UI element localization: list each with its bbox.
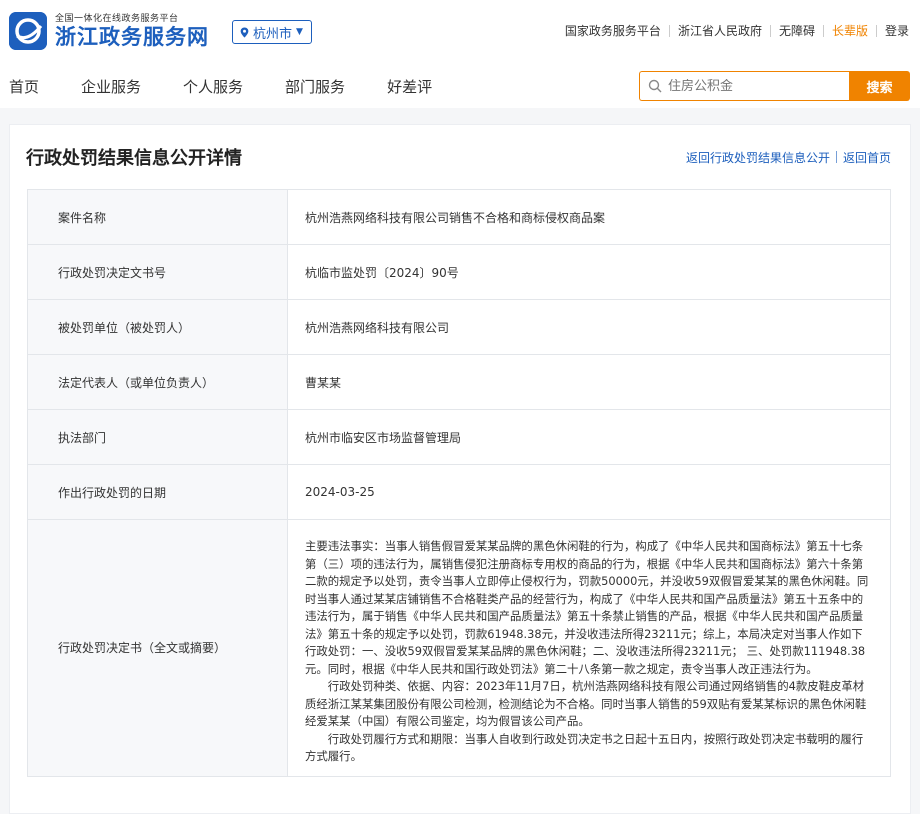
divider <box>835 151 837 163</box>
main-nav: 首页 企业服务 个人服务 部门服务 好差评 <box>9 76 474 97</box>
divider <box>875 24 877 37</box>
page-title: 行政处罚结果信息公开详情 <box>26 148 242 169</box>
divider <box>822 24 824 37</box>
row-value: 杭州浩燕网络科技有限公司销售不合格和商标侵权商品案 <box>287 189 891 245</box>
row-value: 2024-03-25 <box>287 464 891 520</box>
back-home-link[interactable]: 返回首页 <box>843 149 891 166</box>
table-row: 行政处罚决定文书号 杭临市监处罚〔2024〕90号 <box>27 244 891 300</box>
detail-panel: 行政处罚结果信息公开详情 返回行政处罚结果信息公开 返回首页 案件名称 杭州浩燕… <box>9 124 911 814</box>
back-to-list-link[interactable]: 返回行政处罚结果信息公开 <box>686 149 830 166</box>
decision-paragraph: 行政处罚种类、依据、内容：2023年11月7日，杭州浩燕网络科技有限公司通过网络… <box>305 679 867 728</box>
decision-paragraph: 行政处罚履行方式和期限：当事人自收到行政处罚决定书之日起十五日内，按照行政处罚决… <box>305 731 864 764</box>
site-logo[interactable]: 全国一体化在线政务服务平台 浙江政务服务网 <box>9 11 209 51</box>
city-selector[interactable]: 杭州市 ▼ <box>232 20 312 44</box>
divider <box>769 24 771 37</box>
search-bar: 搜索 <box>639 71 910 101</box>
decision-paragraph: 主要违法事实：当事人销售假冒爱某某品牌的黑色休闲鞋的行为，构成了《中华人民共和国… <box>305 539 869 676</box>
logo-title: 浙江政务服务网 <box>55 24 209 49</box>
row-label: 行政处罚决定书（全文或摘要） <box>27 519 288 777</box>
row-label: 执法部门 <box>27 409 288 465</box>
divider <box>668 24 670 37</box>
search-box <box>639 71 849 101</box>
location-pin-icon <box>240 26 249 38</box>
row-label: 法定代表人（或单位负责人） <box>27 354 288 410</box>
nav-department[interactable]: 部门服务 <box>285 76 345 97</box>
top-links: 国家政务服务平台 浙江省人民政府 无障碍 长辈版 登录 <box>565 22 909 39</box>
nav-rating[interactable]: 好差评 <box>387 76 432 97</box>
table-row: 行政处罚决定书（全文或摘要） 主要违法事实：当事人销售假冒爱某某品牌的黑色休闲鞋… <box>27 519 891 777</box>
nav-enterprise[interactable]: 企业服务 <box>81 76 141 97</box>
table-row: 法定代表人（或单位负责人） 曹某某 <box>27 354 891 410</box>
link-elder-version[interactable]: 长辈版 <box>832 22 868 39</box>
link-national-platform[interactable]: 国家政务服务平台 <box>565 22 661 39</box>
logo-icon <box>9 12 47 50</box>
table-row: 执法部门 杭州市临安区市场监督管理局 <box>27 409 891 465</box>
penalty-info-table: 案件名称 杭州浩燕网络科技有限公司销售不合格和商标侵权商品案 行政处罚决定文书号… <box>27 189 891 777</box>
title-links: 返回行政处罚结果信息公开 返回首页 <box>686 149 891 166</box>
nav-personal[interactable]: 个人服务 <box>183 76 243 97</box>
logo-subtitle: 全国一体化在线政务服务平台 <box>55 13 179 24</box>
table-row: 作出行政处罚的日期 2024-03-25 <box>27 464 891 520</box>
search-button[interactable]: 搜索 <box>849 71 910 101</box>
row-label: 作出行政处罚的日期 <box>27 464 288 520</box>
link-login[interactable]: 登录 <box>885 22 909 39</box>
decision-text: 主要违法事实：当事人销售假冒爱某某品牌的黑色休闲鞋的行为，构成了《中华人民共和国… <box>287 519 891 777</box>
row-value: 杭州市临安区市场监督管理局 <box>287 409 891 465</box>
search-icon <box>648 79 662 93</box>
row-label: 行政处罚决定文书号 <box>27 244 288 300</box>
nav-home[interactable]: 首页 <box>9 76 39 97</box>
city-label: 杭州市 <box>253 26 293 42</box>
table-row: 被处罚单位（被处罚人） 杭州浩燕网络科技有限公司 <box>27 299 891 355</box>
row-label: 被处罚单位（被处罚人） <box>27 299 288 355</box>
table-row: 案件名称 杭州浩燕网络科技有限公司销售不合格和商标侵权商品案 <box>27 189 891 245</box>
search-input[interactable] <box>668 78 838 94</box>
site-header: 全国一体化在线政务服务平台 浙江政务服务网 杭州市 ▼ 国家政务服务平台 浙江省… <box>0 0 920 108</box>
title-bar: 行政处罚结果信息公开详情 返回行政处罚结果信息公开 返回首页 <box>10 125 910 189</box>
row-value: 杭州浩燕网络科技有限公司 <box>287 299 891 355</box>
row-value: 曹某某 <box>287 354 891 410</box>
row-value: 杭临市监处罚〔2024〕90号 <box>287 244 891 300</box>
row-label: 案件名称 <box>27 189 288 245</box>
link-zhejiang-gov[interactable]: 浙江省人民政府 <box>678 22 762 39</box>
link-accessibility[interactable]: 无障碍 <box>779 22 815 39</box>
chevron-down-icon: ▼ <box>296 27 303 37</box>
